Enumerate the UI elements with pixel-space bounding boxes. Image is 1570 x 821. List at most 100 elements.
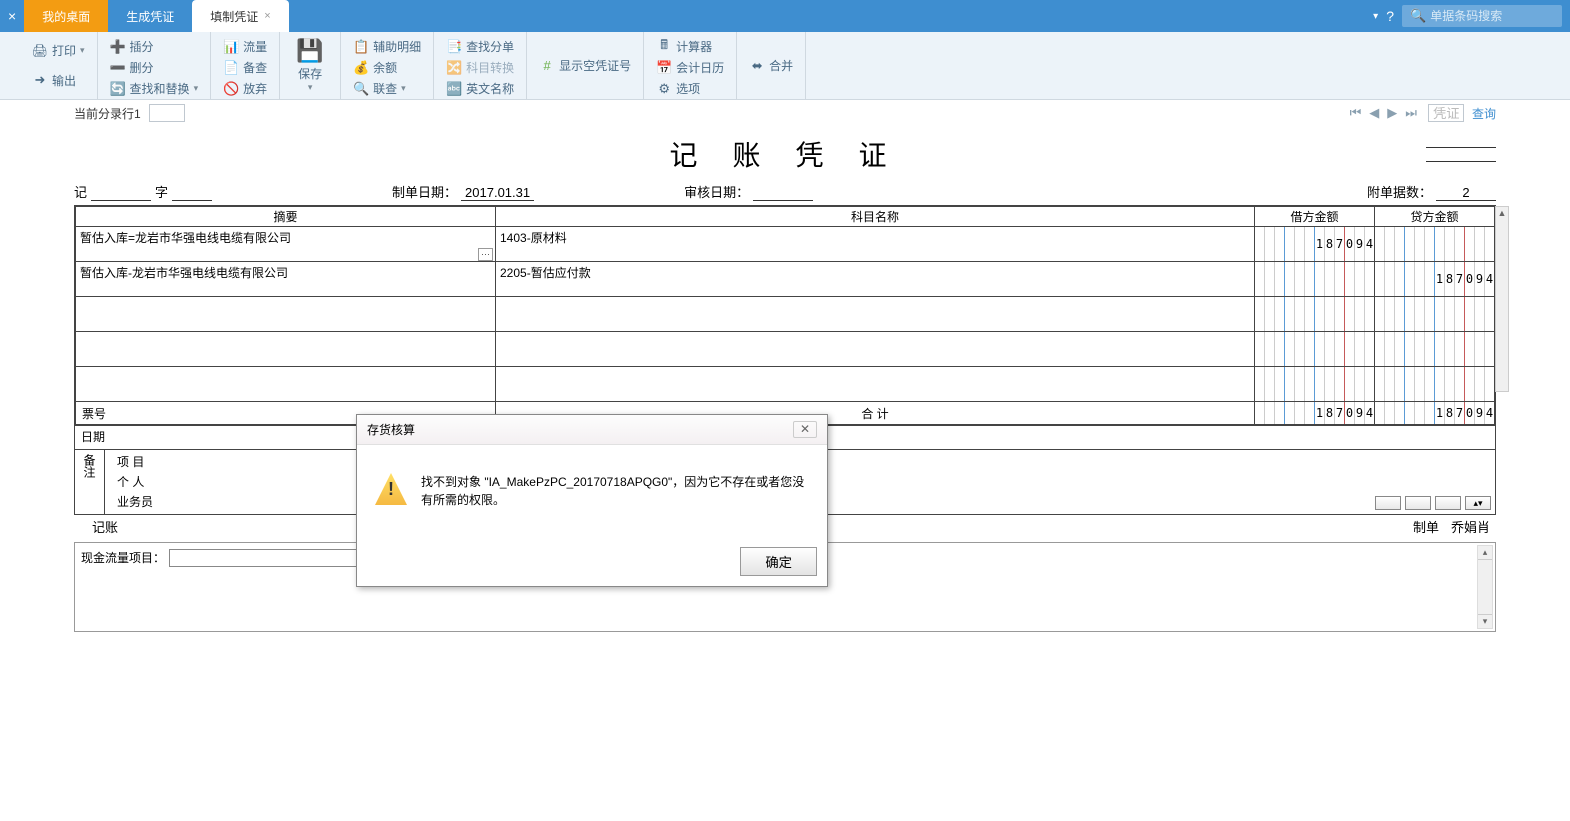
scroll-down-icon[interactable]: ▾ — [1478, 614, 1492, 628]
expand-icon[interactable]: ⋯ — [478, 248, 493, 261]
table-row[interactable] — [76, 367, 1495, 402]
save-icon: 💾 — [296, 38, 324, 65]
last-record-icon[interactable]: ⏭ — [1402, 105, 1420, 121]
flow-button[interactable]: 📊流量 — [219, 36, 271, 57]
prev-record-icon[interactable]: ◀ — [1366, 105, 1382, 121]
header-summary: 摘要 — [76, 207, 496, 227]
convert-icon: 🔀 — [446, 60, 462, 76]
lang-icon: 🔤 — [446, 81, 462, 97]
merge-button[interactable]: ⬌合并 — [745, 55, 797, 76]
calculator-button[interactable]: 🖩计算器 — [652, 36, 728, 57]
tab-label: 我的桌面 — [42, 8, 90, 25]
table-row[interactable] — [76, 332, 1495, 367]
mini-btn-2[interactable] — [1405, 496, 1431, 510]
flow-icon: 📊 — [223, 39, 239, 55]
subject-cell[interactable]: 2205-暂估应付款 — [496, 262, 1255, 297]
output-button[interactable]: ➜输出 — [28, 70, 89, 91]
print-button[interactable]: 🖨打印▾ — [28, 40, 89, 61]
subject-convert-button: 🔀科目转换 — [442, 57, 518, 78]
credit-cell[interactable]: 187094 — [1375, 262, 1495, 297]
printer-icon: 🖨 — [32, 43, 48, 59]
person-field[interactable]: 个 人 — [117, 472, 153, 492]
abandon-button[interactable]: 🚫放弃 — [219, 78, 271, 99]
credit-cell[interactable] — [1375, 227, 1495, 262]
dialog-titlebar[interactable]: 存货核算 ✕ — [357, 415, 827, 445]
ok-button[interactable]: 确定 — [740, 547, 817, 576]
audit-button[interactable]: 📄备查 — [219, 57, 271, 78]
mini-btn-1[interactable] — [1375, 496, 1401, 510]
table-row[interactable]: 暂估入库-龙岩市华强电线电缆有限公司 2205-暂估应付款 187094 — [76, 262, 1495, 297]
warning-icon: ! — [375, 473, 407, 505]
search-link[interactable]: 查询 — [1472, 105, 1496, 122]
calendar-button[interactable]: 📅会计日历 — [652, 57, 728, 78]
staff-field[interactable]: 业务员 — [117, 492, 153, 512]
cash-flow-label: 现金流量项目： — [81, 549, 165, 566]
merge-icon: ⬌ — [749, 58, 765, 74]
summary-cell[interactable]: 暂估入库-龙岩市华强电线电缆有限公司 — [76, 262, 496, 297]
bookkeeping-label: 记账 — [92, 517, 118, 536]
nav-row: 当前分录行1 ⏮ ◀ ▶ ⏭ 查询 — [20, 100, 1550, 122]
scroll-up-icon[interactable]: ▴ — [1478, 546, 1492, 560]
voucher-no-input[interactable] — [1428, 104, 1464, 122]
table-scrollbar[interactable]: ▲ — [1495, 206, 1509, 392]
lookup-button[interactable]: 🔍联查▾ — [349, 78, 425, 99]
find-list-button[interactable]: 📑查找分单 — [442, 36, 518, 57]
tab-close-icon[interactable]: × — [264, 10, 270, 22]
voucher-type-input[interactable] — [91, 200, 151, 201]
show-empty-no-button[interactable]: #显示空凭证号 — [535, 55, 635, 76]
insert-row-button[interactable]: ➕插分 — [106, 36, 203, 57]
find-replace-button[interactable]: 🔄查找和替换▾ — [106, 78, 203, 99]
attach-count[interactable]: 2 — [1436, 185, 1496, 201]
options-button[interactable]: ⚙选项 — [652, 78, 728, 99]
preparer-label: 制单 — [1413, 517, 1439, 536]
barcode-search[interactable]: 🔍 — [1402, 5, 1562, 27]
audit-icon: 📄 — [223, 60, 239, 76]
export-icon: ➜ — [32, 72, 48, 88]
search-icon: 🔍 — [1410, 8, 1426, 24]
audit-date[interactable] — [753, 200, 813, 201]
barcode-search-input[interactable] — [1430, 9, 1554, 23]
title-bar: × 我的桌面 生成凭证 填制凭证 × ▾ ? 🔍 — [0, 0, 1570, 32]
current-row-input[interactable] — [149, 104, 185, 122]
ribbon-toolbar: 🖨打印▾ ➜输出 ➕插分 ➖删分 🔄查找和替换▾ 📊流量 📄备查 🚫放弃 💾保存… — [0, 32, 1570, 100]
project-field[interactable]: 项 目 — [117, 452, 153, 472]
preparer-name: 乔娟肖 — [1451, 517, 1490, 536]
table-row[interactable]: 暂估入库=龙岩市华强电线电缆有限公司⋯ 1403-原材料 187094 — [76, 227, 1495, 262]
subject-cell[interactable]: 1403-原材料 — [496, 227, 1255, 262]
voucher-no-field[interactable] — [172, 200, 212, 201]
english-name-button[interactable]: 🔤英文名称 — [442, 78, 518, 99]
save-button[interactable]: 💾保存▾ — [288, 36, 332, 95]
tab-generate-voucher[interactable]: 生成凭证 — [108, 0, 192, 32]
remark-fields: 项 目 个 人 业务员 — [105, 450, 165, 514]
voucher-table: ▲ 摘要 科目名称 借方金额 贷方金额 暂估入库=龙岩市华强电线电缆有限公司⋯ … — [74, 205, 1496, 426]
header-debit: 借方金额 — [1255, 207, 1375, 227]
tab-label: 生成凭证 — [126, 8, 174, 25]
summary-cell[interactable]: 暂估入库=龙岩市华强电线电缆有限公司⋯ — [76, 227, 496, 262]
dialog-close-icon[interactable]: ✕ — [793, 421, 817, 438]
debit-cell[interactable]: 187094 — [1255, 227, 1375, 262]
delete-row-button[interactable]: ➖删分 — [106, 57, 203, 78]
mini-btn-3[interactable] — [1435, 496, 1461, 510]
next-record-icon[interactable]: ▶ — [1384, 105, 1400, 121]
voucher-header: 记字 制单日期：2017.01.31 审核日期： 附单据数：2 — [74, 182, 1496, 203]
prep-date[interactable]: 2017.01.31 — [461, 185, 534, 201]
aux-detail-button[interactable]: 📋辅助明细 — [349, 36, 425, 57]
balance-button[interactable]: 💰余额 — [349, 57, 425, 78]
help-icon[interactable]: ? — [1386, 8, 1394, 24]
table-row[interactable] — [76, 297, 1495, 332]
tab-label: 填制凭证 — [210, 8, 258, 25]
calendar-icon: 📅 — [656, 60, 672, 76]
dropdown-icon[interactable]: ▾ — [1373, 11, 1378, 22]
header-subject: 科目名称 — [496, 207, 1255, 227]
current-row-label: 当前分录行1 — [74, 105, 141, 122]
calculator-icon: 🖩 — [656, 39, 672, 55]
tab-fill-voucher[interactable]: 填制凭证 × — [192, 0, 288, 32]
record-nav: ⏮ ◀ ▶ ⏭ — [1347, 105, 1420, 121]
close-icon[interactable]: × — [0, 8, 24, 24]
tab-desktop[interactable]: 我的桌面 — [24, 0, 108, 32]
debit-cell[interactable] — [1255, 262, 1375, 297]
first-record-icon[interactable]: ⏮ — [1347, 105, 1365, 121]
cash-flow-scrollbar[interactable]: ▴ ▾ — [1477, 545, 1493, 629]
mini-btn-4[interactable]: ▴▾ — [1465, 496, 1491, 510]
list-icon: 📑 — [446, 39, 462, 55]
